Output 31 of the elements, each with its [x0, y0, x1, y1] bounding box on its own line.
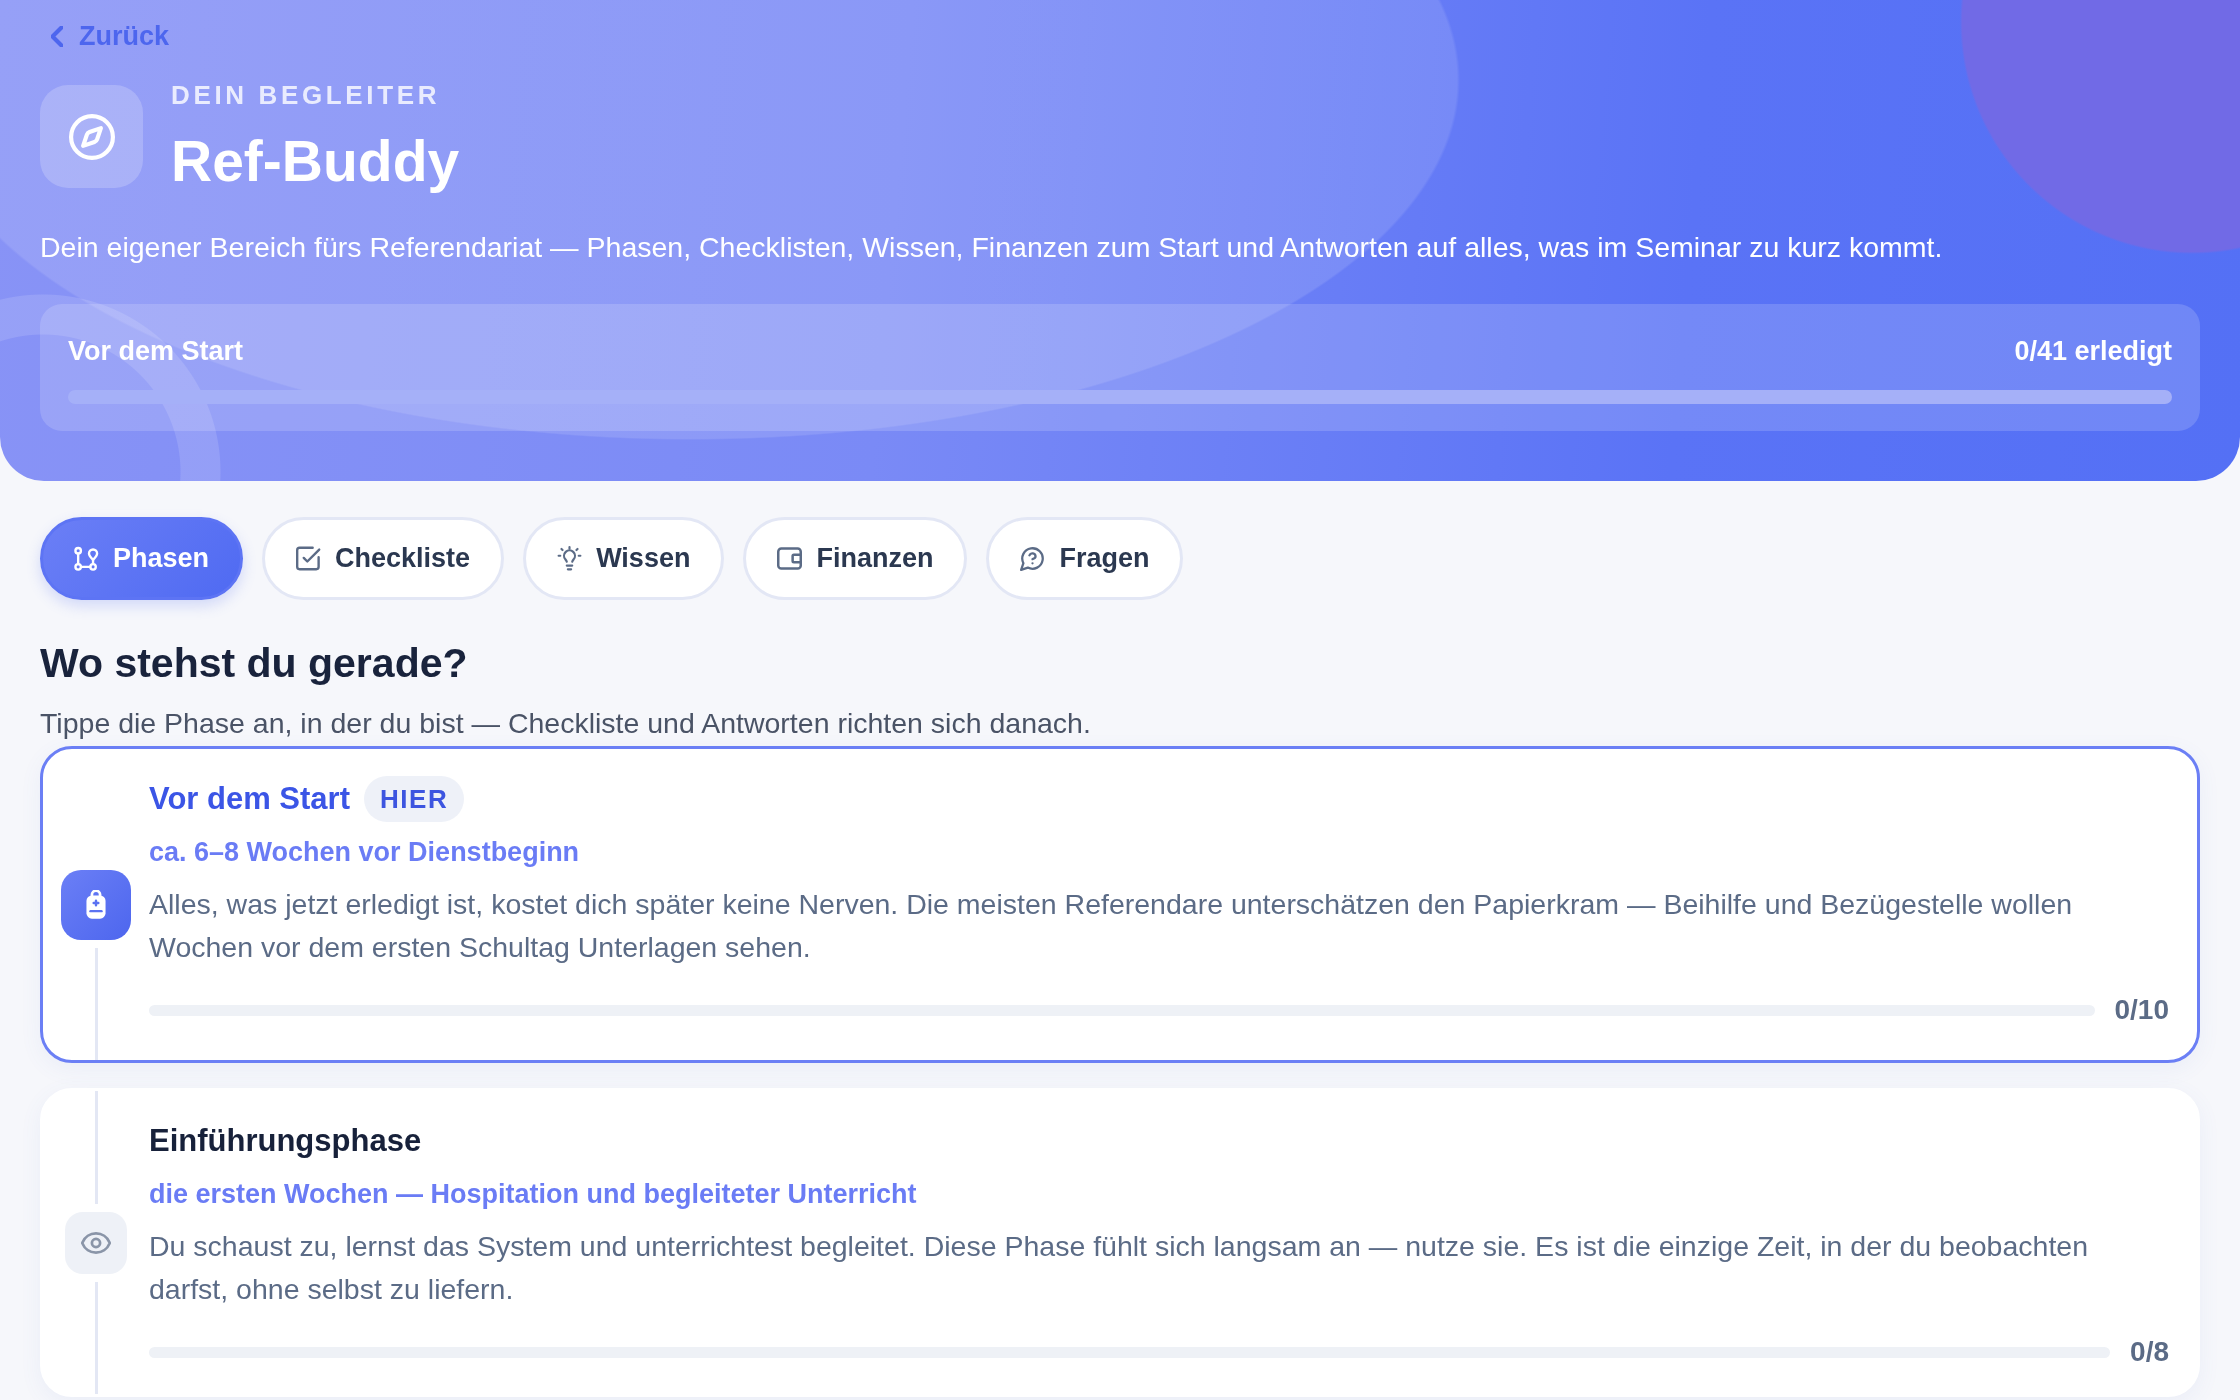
- phase-subtitle: ca. 6–8 Wochen vor Dienstbeginn: [149, 836, 581, 869]
- phase-count: 0/10: [2114, 994, 2169, 1026]
- phase-description: Du schaust zu, lernst das System und unterrichtest begleitet. Diese Phase fühlt sich langsam an — nutze sie. Es ist die einzige Zeit, in der du beobachten darfst, ohne selbst zu liefern.: [149, 1229, 2090, 1307]
- tab[interactable]: Fragen: [986, 517, 1184, 600]
- compass-icon: [40, 85, 143, 188]
- phase-count: 0/8: [2130, 1336, 2169, 1368]
- phase-card[interactable]: [40, 746, 2200, 1063]
- section-hint: Tippe die Phase an, in der du bist — Checkliste und Antworten richten sich danach.: [40, 706, 1092, 741]
- current-phase-badge: HIER: [364, 776, 465, 822]
- eye-icon: [65, 1211, 127, 1274]
- tab[interactable]: Phasen: [40, 517, 244, 600]
- header-description: Dein eigener Bereich fürs Referendariat — Phasen, Checklisten, Wissen, Finanzen zum Start und Antworten auf alles, was im Seminar zu kurz kommt.: [40, 230, 1944, 265]
- tab[interactable]: Wissen: [523, 517, 725, 600]
- app-title: Ref-Buddy: [171, 129, 460, 193]
- phase-title: Vor dem Start: [149, 781, 350, 817]
- lightbulb-icon: [557, 546, 583, 571]
- phase-subtitle: die ersten Wochen — Hospitation und begleiteter Unterricht: [149, 1178, 918, 1211]
- chevron-left-icon: [51, 25, 63, 47]
- eyebrow-label: DEIN BEGLEITER: [171, 80, 442, 110]
- progress-count: 0/41 erledigt: [2014, 335, 2172, 367]
- tab[interactable]: Checkliste: [262, 517, 505, 600]
- section-heading: Wo stehst du gerade?: [40, 639, 469, 688]
- backpack-icon: [61, 869, 131, 940]
- progress-label: Vor dem Start: [68, 335, 244, 367]
- wallet-icon: [777, 546, 803, 571]
- route-icon: [74, 546, 99, 571]
- check-square-icon: [296, 546, 322, 571]
- tab[interactable]: Finanzen: [743, 517, 968, 600]
- phase-title: Einführungsphase: [149, 1123, 422, 1159]
- phase-description: Alles, was jetzt erledigt ist, kostet dich später keine Nerven. Die meisten Referendare unterschätzen den Papierkram — Beihilfe und Bezügestelle wollen Wochen vor dem ersten Schultag Unterlagen sehen.: [149, 887, 2074, 965]
- question-bubble-icon: [1020, 546, 1046, 571]
